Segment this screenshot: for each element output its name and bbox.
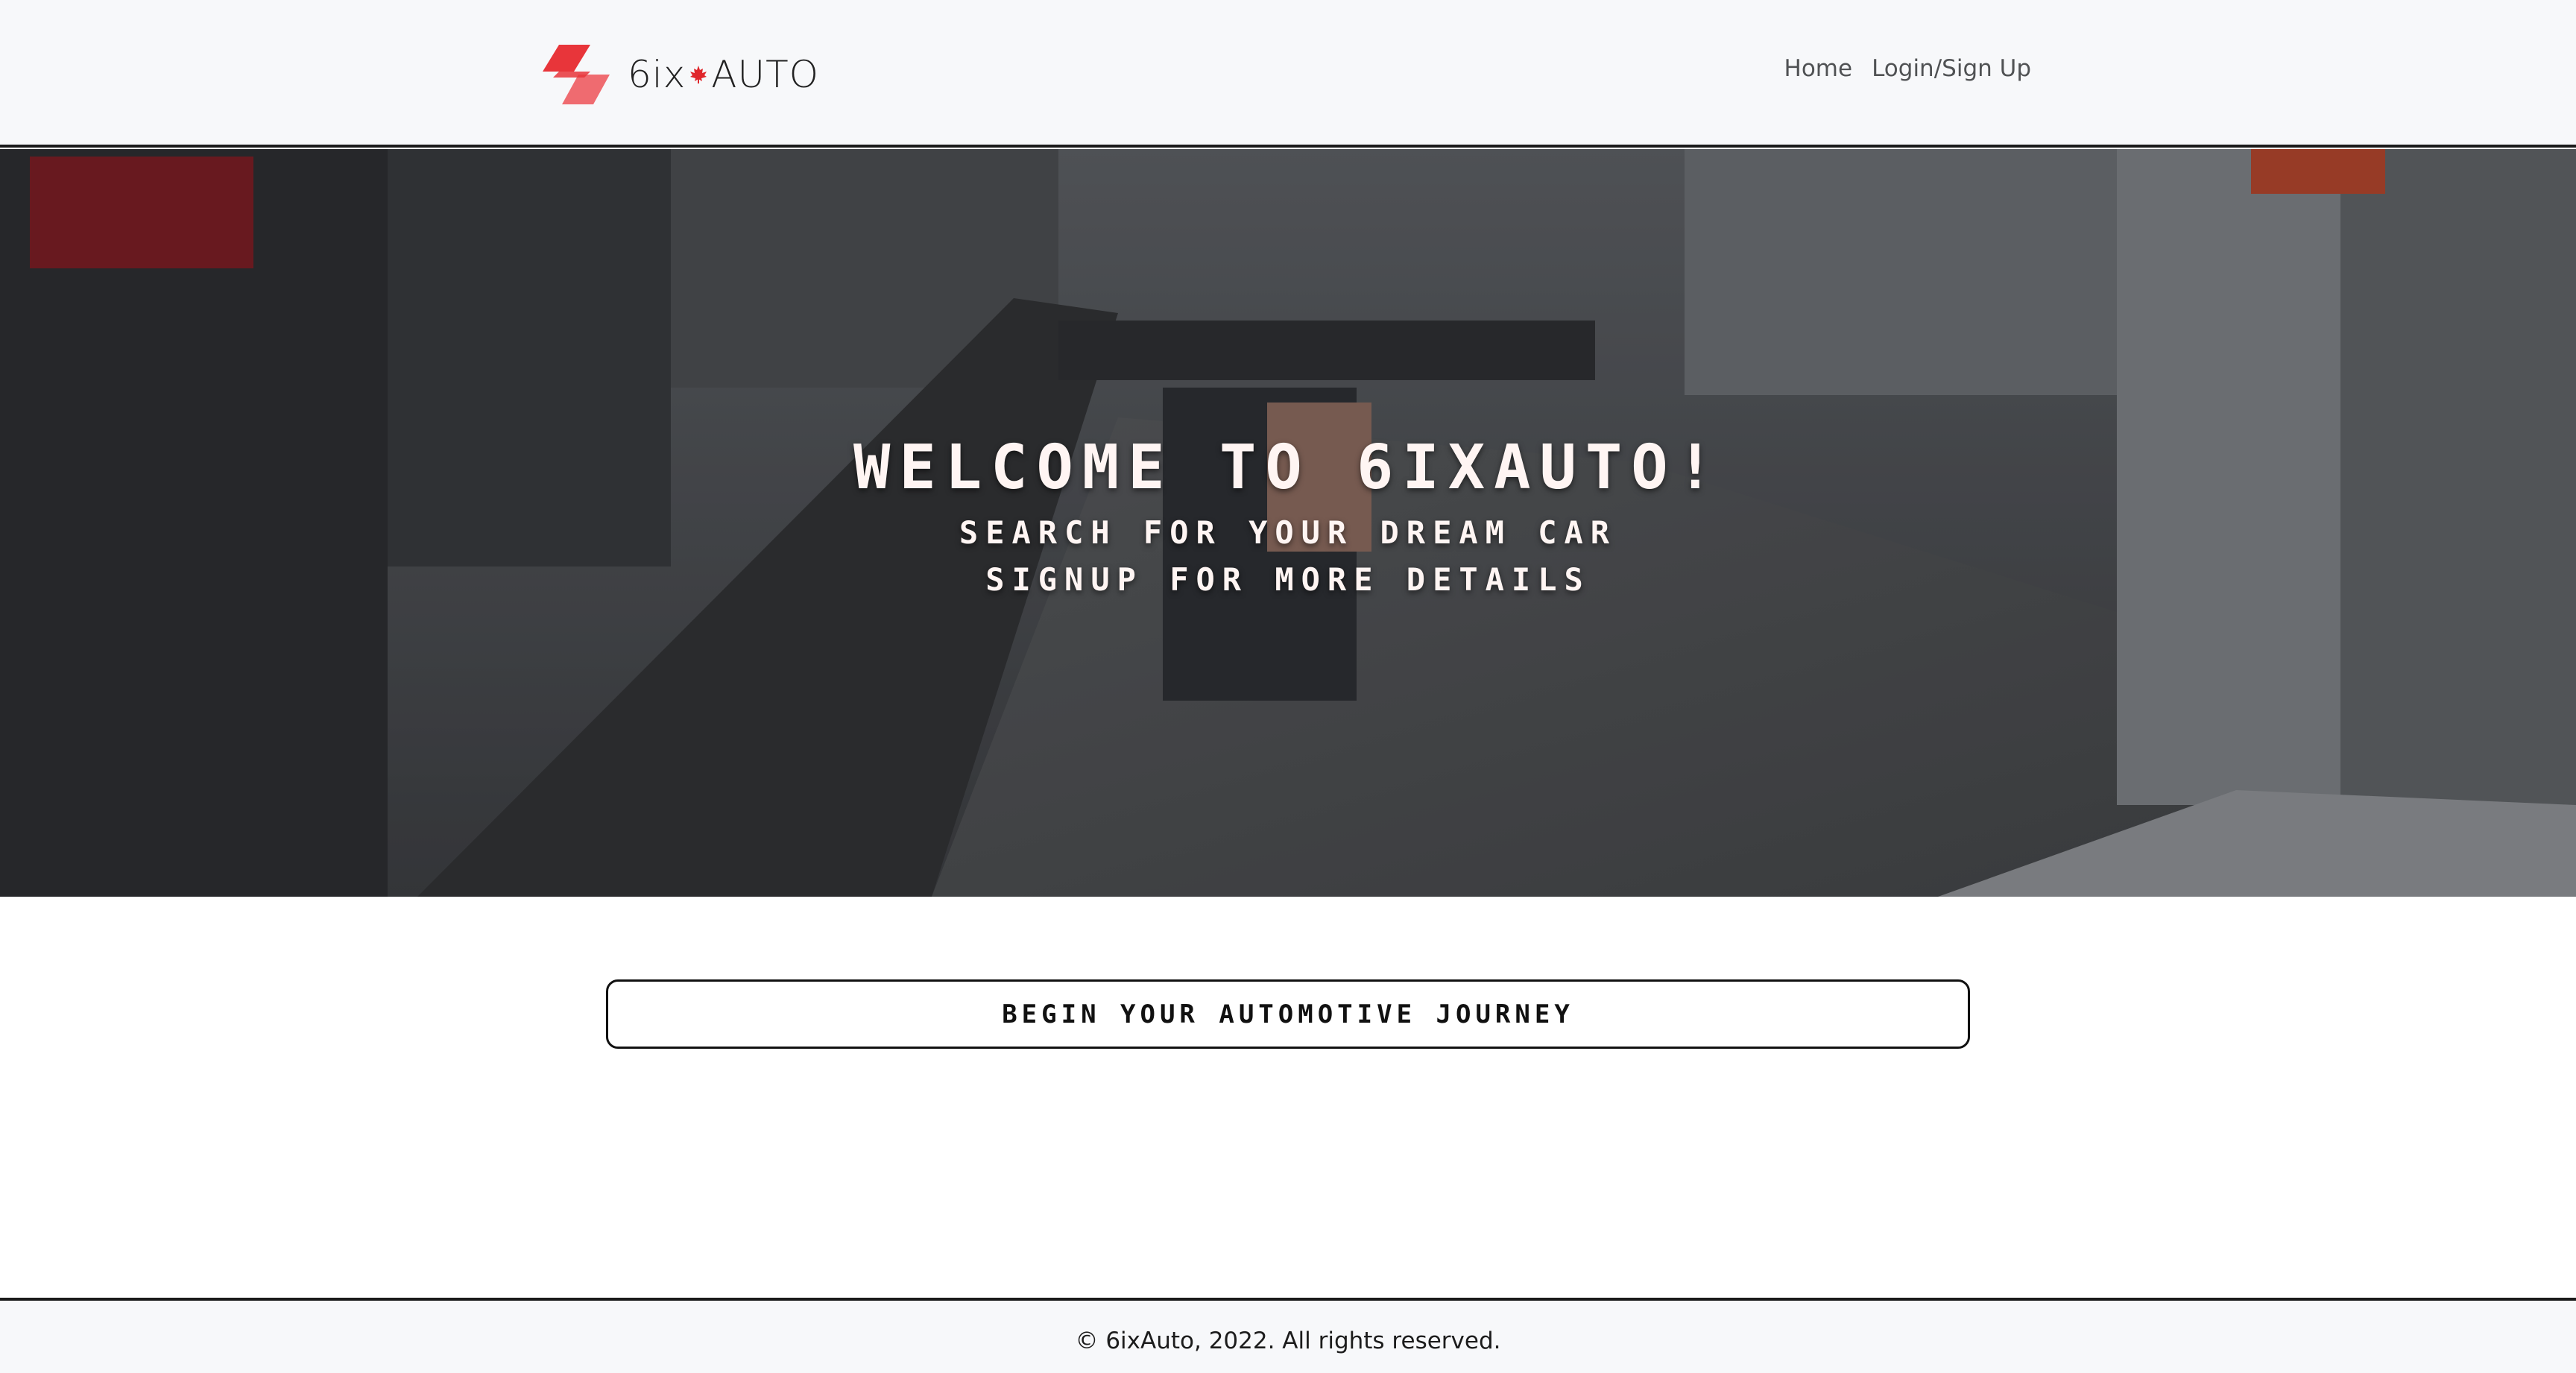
nav-login-signup-link[interactable]: Login/Sign Up	[1872, 55, 2031, 82]
brand-wordmark: 6ix AUTO	[628, 56, 819, 93]
nav-home-link[interactable]: Home	[1784, 55, 1853, 82]
hero-subtitle-search: SEARCH FOR YOUR DREAM CAR	[959, 514, 1617, 551]
hero-subtitle-signup: SIGNUP FOR MORE DETAILS	[985, 561, 1591, 598]
begin-journey-button[interactable]: BEGIN YOUR AUTOMOTIVE JOURNEY	[606, 979, 1970, 1049]
navbar: 6ix AUTO Home Login/Sign Up	[0, 0, 2576, 148]
footer: © 6ixAuto, 2022. All rights reserved.	[0, 1298, 2576, 1373]
footer-copyright: © 6ixAuto, 2022. All rights reserved.	[1075, 1328, 1501, 1354]
maple-leaf-icon	[690, 66, 707, 83]
hero-banner: WELCOME TO 6IXAUTO! SEARCH FOR YOUR DREA…	[0, 149, 2576, 897]
nav-links: Home Login/Sign Up	[1784, 55, 2031, 82]
brand-logo[interactable]: 6ix AUTO	[538, 42, 819, 107]
hero-title: WELCOME TO 6IXAUTO!	[853, 432, 1723, 503]
logo-mark-icon	[543, 45, 610, 104]
brand-prefix: 6ix	[628, 53, 686, 96]
brand-suffix: AUTO	[711, 53, 819, 96]
